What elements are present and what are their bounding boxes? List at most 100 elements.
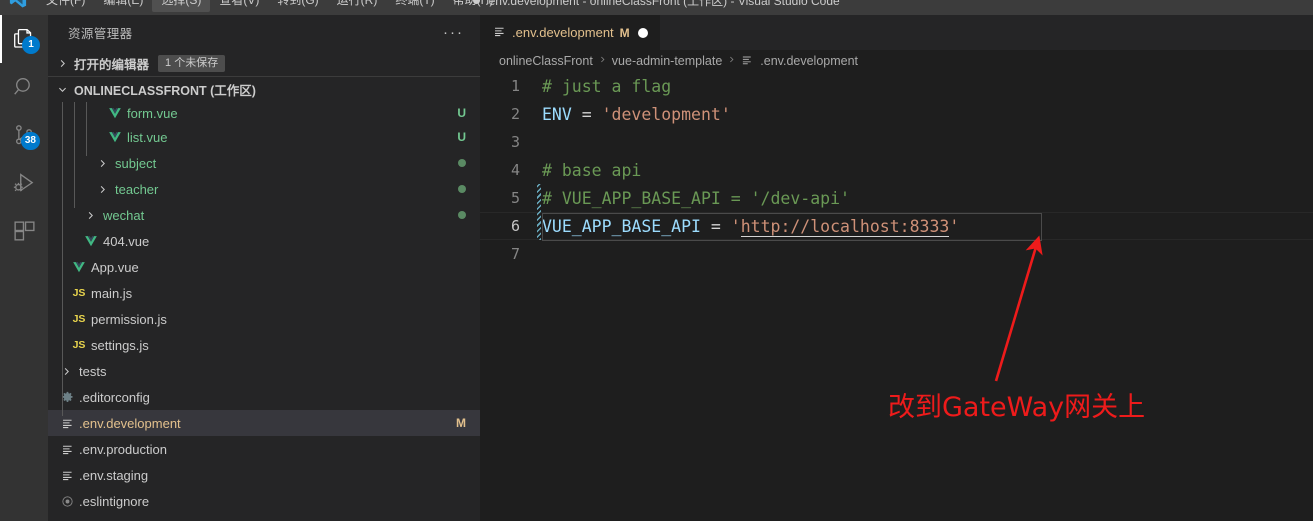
title-bar: 文件(F) 编辑(E) 选择(S) 查看(V) 转到(G) 运行(R) 终端(T…	[0, 0, 1313, 15]
editor-tab-bar: .env.development M	[480, 15, 1313, 50]
tree-row-editorconfig[interactable]: .editorconfig	[48, 384, 480, 410]
code-line-6[interactable]: 6 VUE_APP_BASE_API = 'http://localhost:83…	[480, 212, 1313, 241]
chevron-down-icon	[56, 83, 69, 96]
code-line-2[interactable]: 2 ENV = 'development'	[480, 100, 1313, 128]
vscode-window: 文件(F) 编辑(E) 选择(S) 查看(V) 转到(G) 运行(R) 终端(T…	[0, 0, 1313, 521]
tree-row-permission-js[interactable]: JS permission.js	[48, 306, 480, 332]
line-number: 4	[510, 161, 520, 179]
sidebar-explorer: 资源管理器 ··· 打开的编辑器 1 个未保存 ONLINECLASSFRONT…	[48, 15, 480, 521]
code-line-7[interactable]: 7	[480, 240, 1313, 268]
menu-terminal[interactable]: 终端(T)	[386, 0, 443, 12]
tab-dirty-dot-icon[interactable]	[637, 27, 648, 38]
chevron-right-icon[interactable]	[82, 210, 98, 221]
code-token: '	[949, 216, 960, 236]
tab-env-development[interactable]: .env.development M	[480, 15, 660, 50]
tree-indent-guide-0	[62, 102, 63, 416]
breadcrumb-item-2[interactable]: .env.development	[760, 54, 858, 68]
breadcrumb-item-1[interactable]: vue-admin-template	[612, 54, 722, 68]
section-open-editors[interactable]: 打开的编辑器 1 个未保存	[48, 50, 480, 76]
chevron-right-icon[interactable]	[94, 184, 110, 195]
activity-bar: 1 38	[0, 15, 48, 521]
js-icon: JS	[72, 287, 86, 299]
url-link[interactable]: http://localhost:8333	[740, 216, 950, 237]
env-lines-icon	[58, 467, 76, 483]
tree-row-wechat[interactable]: wechat	[48, 202, 480, 228]
menu-run[interactable]: 运行(R)	[328, 0, 387, 12]
tab-label: .env.development	[512, 25, 614, 40]
env-lines-icon	[62, 419, 72, 428]
tree-item-label: .env.staging	[79, 467, 149, 483]
tree-row-subject[interactable]: subject	[48, 150, 480, 176]
git-status-dot	[458, 185, 466, 193]
menu-edit[interactable]: 编辑(E)	[94, 0, 152, 12]
menu-view[interactable]: 查看(V)	[210, 0, 268, 12]
git-status-letter: U	[457, 106, 466, 120]
env-lines-icon	[58, 415, 76, 431]
menu-go[interactable]: 转到(G)	[268, 0, 327, 12]
ellipsis-icon[interactable]: ···	[443, 24, 474, 41]
activity-item-explorer[interactable]: 1	[0, 15, 48, 63]
menu-selection[interactable]: 选择(S)	[152, 0, 211, 12]
env-lines-icon	[58, 441, 76, 457]
git-status-letter: U	[457, 130, 466, 144]
activity-item-source-control[interactable]: 38	[0, 111, 48, 159]
tree-item-label: .editorconfig	[79, 389, 150, 405]
code-line-1[interactable]: 1 # just a flag	[480, 72, 1313, 100]
eslint-icon	[61, 495, 73, 507]
activity-item-extensions[interactable]	[0, 207, 48, 255]
menu-help[interactable]: 帮助(H)	[444, 0, 503, 12]
code-token: VUE_APP_BASE_API	[542, 216, 701, 236]
tree-row-app-vue[interactable]: App.vue	[48, 254, 480, 280]
source-control-badge: 38	[20, 132, 40, 150]
tree-row-404-vue[interactable]: 404.vue	[48, 228, 480, 254]
tree-row-teacher[interactable]: teacher	[48, 176, 480, 202]
tree-item-label: form.vue	[127, 105, 178, 121]
menu-bar[interactable]: 文件(F) 编辑(E) 选择(S) 查看(V) 转到(G) 运行(R) 终端(T…	[37, 0, 502, 15]
code-editor[interactable]: 1 # just a flag 2 ENV = 'development' 3 4 # ba…	[480, 72, 1313, 521]
menu-file[interactable]: 文件(F)	[37, 0, 94, 12]
tree-row-env-development[interactable]: .env.development M	[48, 410, 480, 436]
breadcrumb-file-icon	[741, 54, 753, 69]
code-line-5[interactable]: 5 # VUE_APP_BASE_API = '/dev-api'	[480, 184, 1313, 212]
section-workspace[interactable]: ONLINECLASSFRONT (工作区)	[48, 76, 480, 102]
code-token: =	[700, 216, 731, 236]
activity-item-run-debug[interactable]	[0, 159, 48, 207]
tree-item-label: permission.js	[91, 311, 167, 327]
sidebar-header: 资源管理器 ···	[48, 15, 480, 50]
code-line-4[interactable]: 4 # base api	[480, 156, 1313, 184]
chevron-right-icon[interactable]	[94, 158, 110, 169]
code-text: VUE_APP_BASE_API = 'http://localhost:833…	[532, 216, 960, 237]
file-tree[interactable]: form.vue Ulist.vue Usubject teacher wechat 40…	[48, 102, 480, 514]
tree-row-env-staging[interactable]: .env.staging	[48, 462, 480, 488]
tree-row-eslintignore[interactable]: .eslintignore	[48, 488, 480, 514]
tree-row-list-vue[interactable]: list.vue U	[48, 124, 480, 150]
tree-row-form-vue[interactable]: form.vue U	[48, 102, 480, 124]
tree-item-label: .eslintignore	[79, 493, 150, 509]
chevron-right-icon[interactable]	[58, 366, 74, 377]
breadcrumb-item-0[interactable]: onlineClassFront	[499, 54, 593, 68]
code-line-3[interactable]: 3	[480, 128, 1313, 156]
tree-item-label: .env.production	[79, 441, 167, 457]
activity-item-search[interactable]	[0, 63, 48, 111]
line-number: 5	[510, 189, 520, 207]
tree-row-settings-js[interactable]: JS settings.js	[48, 332, 480, 358]
env-lines-icon	[62, 471, 72, 480]
tree-row-tests[interactable]: tests	[48, 358, 480, 384]
code-text: # VUE_APP_BASE_API = '/dev-api'	[532, 189, 850, 208]
tree-row-env-production[interactable]: .env.production	[48, 436, 480, 462]
breadcrumb-separator-icon	[598, 54, 607, 68]
window-title-text: .env.development - onlineClassFront (工作区…	[485, 0, 840, 8]
vue-icon	[106, 129, 124, 145]
gear-icon	[58, 389, 76, 405]
tree-row-main-js[interactable]: JS main.js	[48, 280, 480, 306]
code-token: =	[571, 104, 602, 124]
js-icon: JS	[70, 311, 88, 327]
diff-modified-marker	[537, 212, 541, 240]
